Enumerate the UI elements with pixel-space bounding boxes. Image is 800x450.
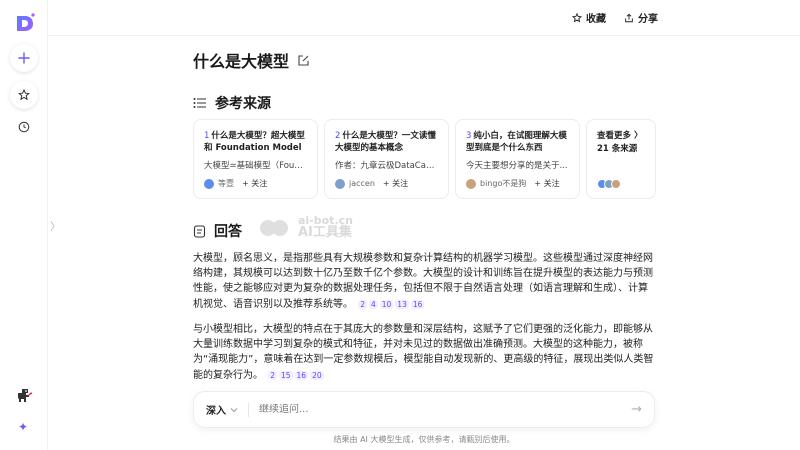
sparkle-icon[interactable]: ✦ <box>18 420 28 434</box>
author-avatar <box>335 178 345 189</box>
source-title-text: 什么是大模型？一文读懂大模型的基本概念 <box>335 131 436 153</box>
citation-badge[interactable]: 2 <box>358 299 367 309</box>
source-card[interactable]: 2 什么是大模型？一文读懂大模型的基本概念 作者：九章云极DataCan... j… <box>324 119 449 199</box>
source-card-title: 1什么是大模型？超大模型和 Foundation Model ... <box>204 130 307 154</box>
source-author-row: jaccen + 关注 <box>335 178 408 189</box>
paragraph-text: 与小模型相比，大模型的特点在于其庞大的参数量和深层结构，这赋予了它们更强的泛化能… <box>193 324 654 381</box>
citation-badge[interactable]: 16 <box>410 299 425 309</box>
left-sidebar: ✦ <box>0 0 48 450</box>
answer-title: 回答 <box>214 224 242 240</box>
author-name: 等壹 <box>218 179 234 188</box>
author-avatar <box>466 178 476 189</box>
new-chat-button[interactable] <box>10 44 38 72</box>
source-author-row: 等壹 + 关注 <box>204 178 267 189</box>
citation-badge[interactable]: 20 <box>310 370 324 380</box>
share-button[interactable]: 分享 <box>624 10 658 25</box>
document-icon <box>193 224 206 238</box>
history-button[interactable] <box>10 113 38 141</box>
favorites-button[interactable] <box>10 81 38 109</box>
plus-icon <box>18 52 30 64</box>
follow-button[interactable]: + 关注 <box>383 178 408 189</box>
view-more-label: 查看更多 〉 <box>597 131 643 141</box>
source-snippet: 作者：九章云极DataCan... <box>335 161 438 171</box>
question-title-row: 什么是大模型 <box>193 48 310 72</box>
collect-label: 收藏 <box>586 14 606 25</box>
answer-heading: 回答 <box>193 221 242 241</box>
clock-icon <box>18 121 30 133</box>
sidebar-collapse-toggle[interactable]: 〉 <box>50 218 61 234</box>
app-logo-icon[interactable] <box>14 12 36 34</box>
source-number: 2 <box>335 131 341 141</box>
author-avatar <box>204 178 214 189</box>
follow-button[interactable]: + 关注 <box>242 178 267 189</box>
view-more-sources-card[interactable]: 查看更多 〉 21 条来源 <box>586 119 656 199</box>
watermark-logo-icon <box>260 219 288 236</box>
source-card-title: 2 什么是大模型？一文读懂大模型的基本概念 <box>335 130 438 154</box>
divider <box>248 402 249 417</box>
disclaimer: 结果由 AI 大模型生成，仅供参考，请甄别后使用。 <box>333 435 515 444</box>
source-card[interactable]: 3 纯小白，在试图理解大模型到底是个什么东西 今天主要想分享的是关于... bin… <box>455 119 580 199</box>
send-arrow-icon[interactable]: → <box>631 402 642 417</box>
mode-label: 深入 <box>206 406 226 417</box>
answer-paragraph: 大模型，顾名思义，是指那些具有大规模参数和复杂计算结构的机器学习模型。这些模型通… <box>193 251 655 312</box>
source-card-title: 3 纯小白，在试图理解大模型到底是个什么东西 <box>466 130 569 154</box>
edit-icon[interactable] <box>297 54 310 67</box>
share-icon <box>625 13 633 22</box>
sources-title: 参考来源 <box>215 96 271 112</box>
star-icon <box>18 89 30 101</box>
sources-heading: 参考来源 <box>193 93 271 113</box>
author-name: bingo不是狗 <box>480 179 527 188</box>
sources-count: 21 条来源 <box>597 144 638 154</box>
mode-selector[interactable]: 深入 <box>206 402 238 417</box>
list-icon <box>193 98 206 108</box>
watermark: ai-bot.cn AI工具集 <box>258 215 353 240</box>
source-number: 3 <box>466 131 472 141</box>
source-author-row: bingo不是狗 + 关注 <box>466 178 560 189</box>
star-icon <box>572 12 582 22</box>
citation-badge[interactable]: 15 <box>278 370 293 380</box>
citation-badge[interactable]: 10 <box>379 299 394 309</box>
author-name: jaccen <box>349 179 375 188</box>
citation-badge[interactable]: 2 <box>268 370 277 380</box>
citation-badge[interactable]: 4 <box>368 299 378 309</box>
page-title: 什么是大模型 <box>193 52 290 71</box>
answer-paragraph: 与小模型相比，大模型的特点在于其庞大的参数量和深层结构，这赋予了它们更强的泛化能… <box>193 322 655 383</box>
share-label: 分享 <box>638 14 658 25</box>
citation-badge[interactable]: 13 <box>395 299 409 309</box>
watermark-brand: AI工具集 <box>298 225 352 240</box>
chevron-down-icon <box>230 407 238 412</box>
source-snippet: 大模型=基础模型（Foun... <box>204 161 307 171</box>
followup-input[interactable] <box>259 404 632 415</box>
source-title-text: 什么是大模型？超大模型和 Foundation Model ... <box>204 131 305 153</box>
source-number: 1 <box>204 131 210 141</box>
source-title-text: 纯小白，在试图理解大模型到底是个什么东西 <box>466 131 567 153</box>
follow-button[interactable]: + 关注 <box>534 178 559 189</box>
source-card[interactable]: 1什么是大模型？超大模型和 Foundation Model ... 大模型=基… <box>193 119 318 199</box>
followup-input-box: 深入 → <box>193 391 655 428</box>
source-snippet: 今天主要想分享的是关于... <box>466 161 568 171</box>
user-avatar[interactable] <box>14 384 34 404</box>
source-cards: 1什么是大模型？超大模型和 Foundation Model ... 大模型=基… <box>193 119 656 199</box>
collect-button[interactable]: 收藏 <box>572 10 606 25</box>
source-avatars-stack <box>597 179 621 189</box>
author-avatar <box>611 179 621 189</box>
top-bar: 收藏 分享 <box>48 0 800 36</box>
citation-badge[interactable]: 16 <box>294 370 309 380</box>
